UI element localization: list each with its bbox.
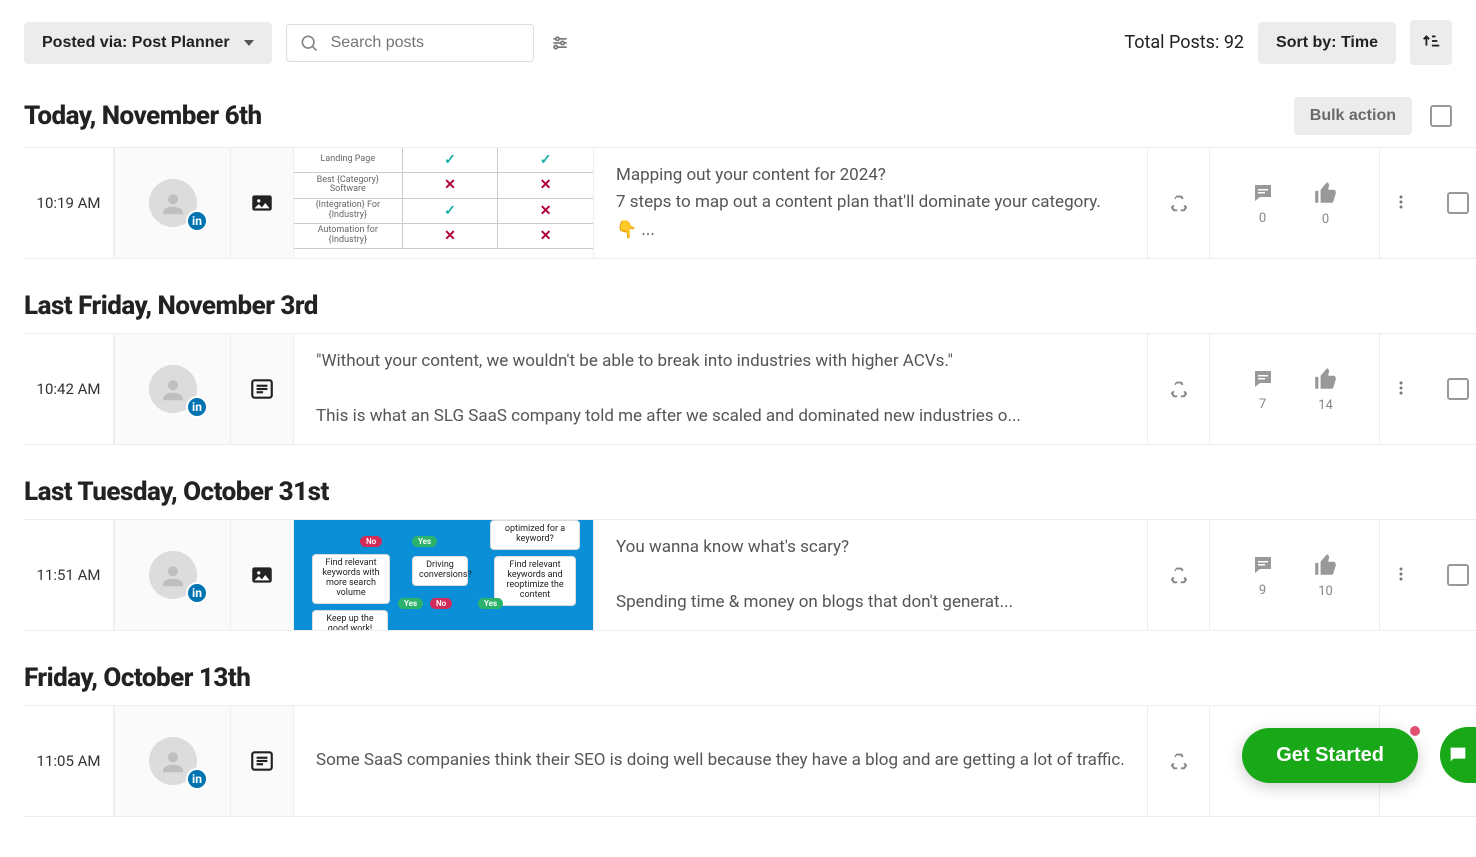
likes-count: 0 [1322,212,1329,227]
linkedin-badge-icon: in [186,210,208,232]
linkedin-badge-icon: in [186,768,208,790]
likes-count: 10 [1318,584,1333,599]
comments-count: 9 [1259,583,1266,598]
notification-dot-icon [1408,724,1422,738]
recycle-button[interactable] [1148,520,1210,630]
avatar[interactable]: in [115,520,231,630]
avatar[interactable]: in [115,706,231,816]
more-vertical-icon [1391,378,1411,398]
post-row: 11:51 AM in Find relevant keywords with … [24,519,1476,631]
get-started-button[interactable]: Get Started [1242,728,1418,783]
filter-sliders-icon[interactable] [550,33,570,53]
comments-stat[interactable]: 9 [1251,553,1275,598]
recycle-button[interactable] [1148,334,1210,444]
like-icon [1313,366,1339,392]
comment-icon [1251,553,1275,577]
more-actions-button[interactable] [1387,374,1415,405]
more-actions-button[interactable] [1387,560,1415,591]
likes-stat[interactable]: 0 [1313,180,1339,227]
post-text[interactable]: You wanna know what's scary?Spending tim… [594,520,1148,630]
post-row: 10:42 AM in "Without your content, we wo… [24,333,1476,445]
search-input-wrap[interactable] [286,24,534,62]
post-time: 11:51 AM [24,520,114,630]
post-text[interactable]: Some SaaS companies think their SEO is d… [294,706,1148,816]
sort-direction-button[interactable] [1410,20,1452,65]
more-vertical-icon [1391,192,1411,212]
post-type-icon [231,148,293,258]
sort-asc-icon [1420,30,1442,52]
post-stats: 0 0 [1210,148,1380,258]
comments-stat[interactable]: 0 [1251,181,1275,226]
recycle-icon [1168,564,1190,586]
post-type-icon [231,706,293,816]
date-heading: Last Friday, November 3rd [24,291,318,321]
post-type-icon [231,520,293,630]
linkedin-badge-icon: in [186,396,208,418]
bulk-select-all-checkbox[interactable] [1430,105,1452,127]
linkedin-badge-icon: in [186,582,208,604]
post-stats: 7 14 [1210,334,1380,444]
date-heading: Last Tuesday, October 31st [24,477,329,507]
get-started-label: Get Started [1276,744,1384,766]
post-text[interactable]: Mapping out your content for 2024?7 step… [594,148,1148,258]
post-thumbnail: Landing Page✓✓ Best {Category} Software✕… [294,148,593,258]
search-input[interactable] [329,33,540,53]
recycle-icon [1168,378,1190,400]
comments-count: 0 [1259,211,1266,226]
likes-stat[interactable]: 14 [1313,366,1339,413]
post-text[interactable]: "Without your content, we wouldn't be ab… [294,334,1148,444]
comments-stat[interactable]: 7 [1251,367,1275,412]
avatar[interactable]: in [115,334,231,444]
likes-stat[interactable]: 10 [1313,552,1339,599]
select-post-checkbox[interactable] [1447,192,1469,214]
recycle-button[interactable] [1148,706,1210,816]
recycle-icon [1168,192,1190,214]
sort-button[interactable]: Sort by: Time [1258,22,1396,64]
post-thumbnail: Find relevant keywords with more search … [294,520,593,630]
like-icon [1313,180,1339,206]
total-posts: Total Posts: 92 [1124,32,1244,53]
post-time: 11:05 AM [24,706,114,816]
likes-count: 14 [1318,398,1333,413]
post-type-icon [231,334,293,444]
search-icon [299,33,319,53]
more-actions-button[interactable] [1387,188,1415,219]
sort-label: Sort by: Time [1276,34,1378,51]
more-vertical-icon [1391,564,1411,584]
select-post-checkbox[interactable] [1447,564,1469,586]
post-time: 10:19 AM [24,148,114,258]
recycle-button[interactable] [1148,148,1210,258]
filter-label: Posted via: Post Planner [42,34,230,52]
filter-posted-via[interactable]: Posted via: Post Planner [24,22,272,64]
avatar[interactable]: in [115,148,231,258]
comment-icon [1251,181,1275,205]
date-heading: Today, November 6th [24,101,262,131]
post-time: 10:42 AM [24,334,114,444]
select-post-checkbox[interactable] [1447,378,1469,400]
like-icon [1313,552,1339,578]
bulk-action-button[interactable]: Bulk action [1294,97,1412,135]
comments-count: 7 [1259,397,1266,412]
date-heading: Friday, October 13th [24,663,250,693]
chevron-down-icon [244,40,254,46]
comment-icon [1251,367,1275,391]
post-stats: 9 10 [1210,520,1380,630]
post-row: 10:19 AM in Landing Page✓✓ Best {Categor… [24,147,1476,259]
recycle-icon [1168,750,1190,772]
